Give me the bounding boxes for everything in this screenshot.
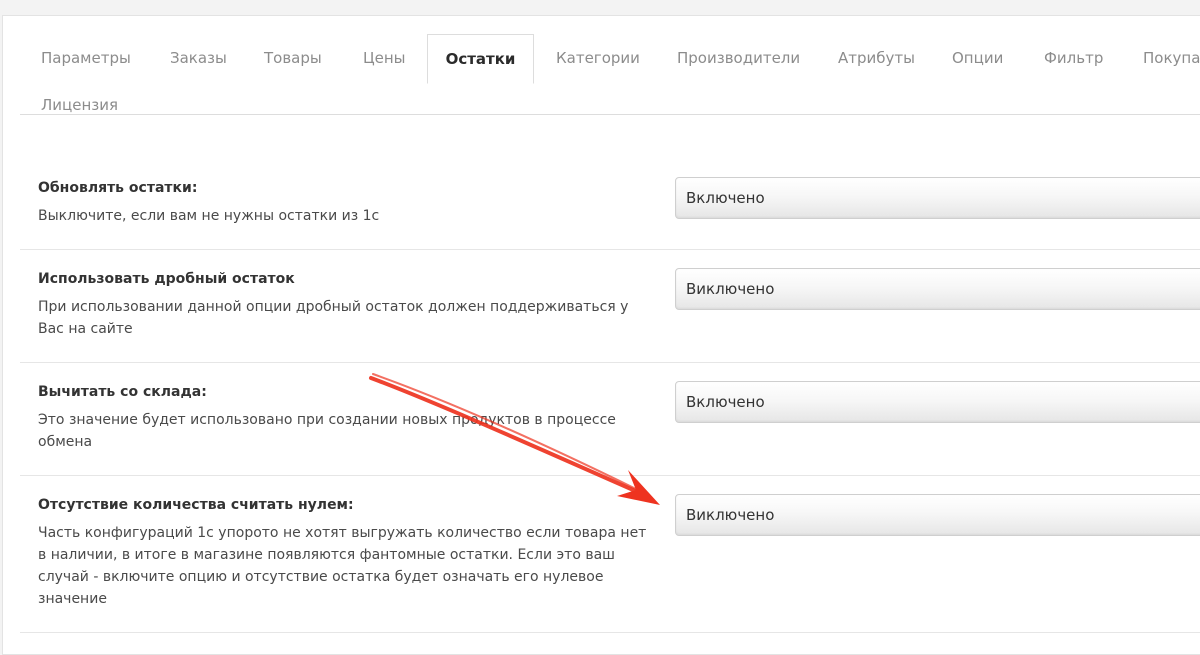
tab-attributes[interactable]: Атрибуты <box>838 49 915 67</box>
subtract-from-warehouse-select[interactable]: Включено <box>675 381 1200 423</box>
setting-description: Часть конфигураций 1с упорото не хотят в… <box>38 525 647 607</box>
tab-stock[interactable]: Остатки <box>427 34 534 84</box>
tab-parameters[interactable]: Параметры <box>41 49 131 67</box>
setting-row-fractional-stock: Использовать дробный остаток При использ… <box>20 250 1200 363</box>
setting-description: Выключите, если вам не нужны остатки из … <box>38 208 380 224</box>
tab-products[interactable]: Товары <box>264 49 322 67</box>
setting-row-subtract-from-warehouse: Вычитать со склада: Это значение будет и… <box>20 363 1200 476</box>
setting-title: Отсутствие количества считать нулем: <box>38 497 354 513</box>
tab-bar: Параметры Заказы Товары Цены Остатки Кат… <box>20 18 1200 115</box>
tab-manufacturers[interactable]: Производители <box>677 49 800 67</box>
tab-orders[interactable]: Заказы <box>170 49 227 67</box>
tab-license[interactable]: Лицензия <box>41 96 118 114</box>
setting-title: Обновлять остатки: <box>38 180 198 196</box>
setting-row-missing-quantity-zero: Отсутствие количества считать нулем: Час… <box>20 476 1200 633</box>
tab-buyers[interactable]: Покупат <box>1143 49 1200 67</box>
tab-categories[interactable]: Категории <box>556 49 640 67</box>
tab-prices[interactable]: Цены <box>363 49 406 67</box>
setting-title: Использовать дробный остаток <box>38 271 295 287</box>
setting-description: При использовании данной опции дробный о… <box>38 299 629 337</box>
setting-title: Вычитать со склада: <box>38 384 207 400</box>
setting-description: Это значение будет использовано при созд… <box>38 412 616 450</box>
update-stock-select[interactable]: Включено <box>675 177 1200 219</box>
missing-quantity-zero-select[interactable]: Виключено <box>675 494 1200 536</box>
tab-filter[interactable]: Фильтр <box>1044 49 1103 67</box>
fractional-stock-select[interactable]: Виключено <box>675 268 1200 310</box>
tab-options[interactable]: Опции <box>952 49 1003 67</box>
setting-row-update-stock: Обновлять остатки: Выключите, если вам н… <box>20 160 1200 250</box>
